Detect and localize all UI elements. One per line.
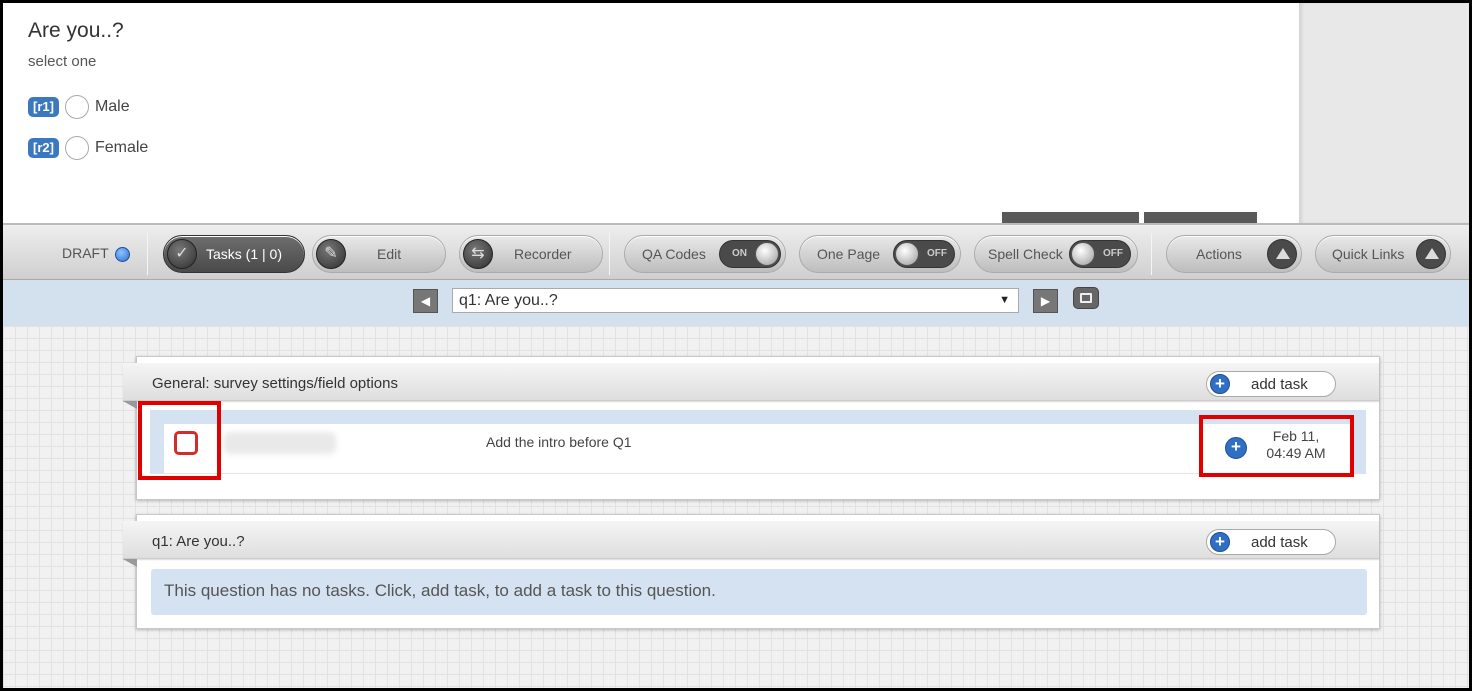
app-frame: Are you..? select one [r1] Male [r2] Fem… bbox=[3, 3, 1469, 688]
option-male[interactable]: [r1] Male bbox=[28, 94, 130, 120]
plus-icon: + bbox=[1210, 532, 1230, 552]
divider bbox=[609, 233, 610, 275]
tasks-area: General: survey settings/field options +… bbox=[3, 326, 1469, 688]
question-instruction: select one bbox=[28, 53, 97, 70]
wrench-icon: ✎ bbox=[316, 239, 346, 269]
option-code-badge: [r1] bbox=[28, 97, 59, 117]
add-task-button[interactable]: + add task bbox=[1206, 371, 1336, 397]
status-dot-icon bbox=[115, 247, 130, 262]
highlight-box-date bbox=[1199, 415, 1354, 477]
qa-codes-label: QA Codes bbox=[642, 246, 706, 262]
actions-button[interactable]: Actions bbox=[1166, 235, 1302, 273]
header-fold bbox=[123, 401, 137, 409]
header-fold bbox=[123, 559, 137, 567]
add-task-button[interactable]: + add task bbox=[1206, 529, 1336, 555]
radio-button[interactable] bbox=[64, 95, 89, 119]
task-panel-general: General: survey settings/field options +… bbox=[123, 356, 1380, 500]
survey-preview: Are you..? select one [r1] Male [r2] Fem… bbox=[3, 3, 1299, 223]
one-page-toggle[interactable]: One Page OFF bbox=[799, 235, 961, 273]
toolbar: DRAFT ✓ Tasks (1 | 0) ✎ Edit ⇆ Recorder … bbox=[3, 223, 1469, 280]
plus-icon: + bbox=[1210, 374, 1230, 394]
recorder-icon: ⇆ bbox=[463, 239, 493, 269]
divider bbox=[1151, 233, 1152, 275]
preview-tab[interactable] bbox=[1144, 212, 1257, 223]
switch-knob bbox=[895, 242, 919, 266]
dropdown-caret-icon: ▼ bbox=[999, 294, 1010, 306]
switch-state: OFF bbox=[1103, 248, 1123, 259]
switch-state: ON bbox=[732, 248, 747, 259]
task-description: Add the intro before Q1 bbox=[486, 434, 632, 450]
question-nav: ◀ q1: Are you..? ▼ ▶ bbox=[3, 280, 1469, 326]
one-page-switch[interactable]: OFF bbox=[893, 240, 955, 268]
prev-question-button[interactable]: ◀ bbox=[413, 289, 438, 313]
panel-header: General: survey settings/field options +… bbox=[123, 363, 1379, 409]
status-label: DRAFT bbox=[62, 245, 109, 261]
next-question-button[interactable]: ▶ bbox=[1033, 289, 1058, 313]
spell-check-switch[interactable]: OFF bbox=[1069, 240, 1131, 268]
question-title: Are you..? bbox=[28, 19, 124, 42]
tasks-button[interactable]: ✓ Tasks (1 | 0) bbox=[163, 235, 305, 273]
highlight-box-checkbox bbox=[138, 401, 221, 480]
question-select[interactable]: q1: Are you..? ▼ bbox=[452, 288, 1019, 313]
task-assignee-redacted bbox=[224, 432, 336, 454]
option-code-badge: [r2] bbox=[28, 138, 59, 158]
edit-button[interactable]: ✎ Edit bbox=[312, 235, 446, 273]
edit-button-label: Edit bbox=[377, 246, 402, 262]
divider bbox=[147, 233, 148, 275]
panel-title: General: survey settings/field options bbox=[152, 375, 398, 392]
add-task-label: add task bbox=[1251, 534, 1308, 551]
tasks-button-label: Tasks (1 | 0) bbox=[206, 246, 282, 262]
switch-state: OFF bbox=[927, 248, 947, 259]
add-task-label: add task bbox=[1251, 376, 1308, 393]
preview-tab[interactable] bbox=[1002, 212, 1139, 223]
switch-knob bbox=[755, 242, 779, 266]
spell-check-label: Spell Check bbox=[988, 246, 1063, 262]
panel-title: q1: Are you..? bbox=[152, 533, 245, 550]
spell-check-toggle[interactable]: Spell Check OFF bbox=[974, 235, 1138, 273]
option-label: Male bbox=[94, 98, 130, 115]
recorder-button[interactable]: ⇆ Recorder bbox=[459, 235, 603, 273]
qa-codes-switch[interactable]: ON bbox=[719, 240, 781, 268]
panel-header: q1: Are you..? + add task bbox=[123, 521, 1379, 567]
radio-button[interactable] bbox=[64, 136, 89, 160]
actions-label: Actions bbox=[1196, 246, 1242, 262]
task-row: Add the intro before Q1 + Feb 11, 04:49 … bbox=[150, 410, 1366, 474]
preview-sidebar bbox=[1299, 3, 1469, 223]
print-icon[interactable] bbox=[1073, 287, 1099, 309]
one-page-label: One Page bbox=[817, 246, 881, 262]
quick-links-button[interactable]: Quick Links bbox=[1315, 235, 1451, 273]
caret-up-icon bbox=[1267, 239, 1297, 269]
switch-knob bbox=[1071, 242, 1095, 266]
task-item: Add the intro before Q1 + Feb 11, 04:49 … bbox=[164, 424, 1352, 474]
checkmark-icon: ✓ bbox=[167, 239, 197, 269]
option-label: Female bbox=[94, 139, 149, 156]
task-panel-q1: q1: Are you..? + add task This question … bbox=[123, 514, 1380, 629]
selected-question: q1: Are you..? bbox=[459, 292, 558, 309]
caret-up-icon bbox=[1416, 239, 1446, 269]
qa-codes-toggle[interactable]: QA Codes ON bbox=[624, 235, 786, 273]
quick-links-label: Quick Links bbox=[1332, 246, 1405, 262]
option-female[interactable]: [r2] Female bbox=[28, 135, 148, 161]
no-tasks-message: This question has no tasks. Click, add t… bbox=[151, 569, 1367, 615]
recorder-button-label: Recorder bbox=[514, 246, 572, 262]
